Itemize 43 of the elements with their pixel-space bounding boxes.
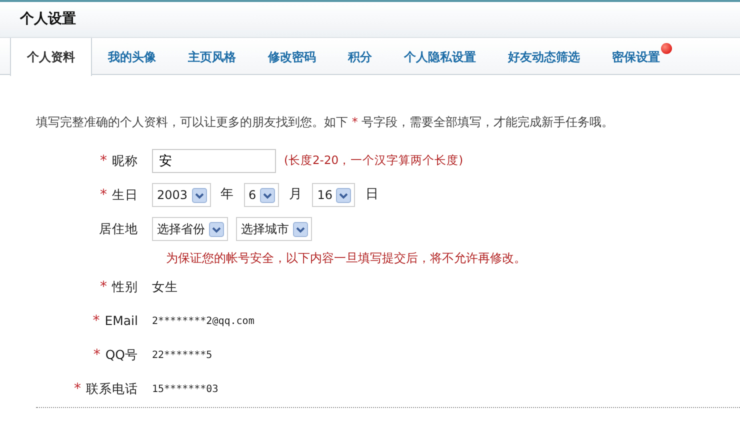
- dropdown-select[interactable]: 6: [244, 183, 280, 207]
- field-label: 性别: [112, 278, 138, 294]
- tab[interactable]: 修改密码: [252, 38, 332, 75]
- page-title: 个人设置: [20, 10, 76, 29]
- required-asterisk: *: [100, 152, 107, 168]
- unit-label: 年: [220, 186, 234, 204]
- warning-text: 为保证您的帐号安全，以下内容一旦填写提交后，将不允许再修改。: [166, 250, 527, 267]
- tab[interactable]: 我的头像: [92, 38, 172, 75]
- unit-label: 月: [289, 186, 302, 204]
- field-value: 15*******03: [152, 382, 218, 396]
- field-label: 昵称: [112, 152, 138, 168]
- unit-label: 日: [365, 186, 378, 204]
- required-asterisk: *: [100, 186, 107, 202]
- hint-text: (长度2-20，一个汉字算两个长度): [284, 152, 464, 170]
- nickname-field[interactable]: 安: [152, 149, 276, 173]
- tab[interactable]: 积分: [332, 38, 388, 75]
- field-label: QQ号: [105, 346, 138, 362]
- dropdown-select[interactable]: 选择省份: [152, 217, 228, 241]
- caret-icon: [209, 222, 224, 236]
- caret-icon: [260, 188, 276, 202]
- field-label: 居住地: [99, 220, 138, 236]
- tab[interactable]: 个人隐私设置: [388, 38, 492, 75]
- caret-icon: [192, 188, 207, 202]
- tab[interactable]: 主页风格: [172, 38, 252, 75]
- tab[interactable]: 个人资料: [10, 38, 92, 76]
- field-label: 联系电话: [86, 380, 138, 396]
- tab[interactable]: 好友动态筛选: [492, 38, 596, 75]
- dropdown-select[interactable]: 2003: [152, 183, 211, 207]
- intro-text: 填写完整准确的个人资料，可以让更多的朋友找到您。如下 * 号字段，需要全部填写，才能完成新手任务哦。: [36, 114, 615, 131]
- field-label: EMail: [104, 312, 138, 328]
- field-value: 2********2@qq.com: [152, 314, 254, 328]
- required-asterisk: *: [100, 278, 107, 294]
- field-value: 女生: [152, 278, 178, 296]
- field-value: 22*******5: [152, 348, 212, 362]
- required-asterisk: *: [92, 312, 100, 328]
- caret-icon: [336, 188, 352, 202]
- required-asterisk: *: [93, 346, 100, 362]
- tab[interactable]: 密保设置: [596, 38, 676, 75]
- dropdown-select[interactable]: 16: [312, 183, 356, 207]
- dropdown-select[interactable]: 选择城市: [236, 217, 312, 241]
- caret-icon: [293, 222, 308, 236]
- required-asterisk: *: [74, 380, 81, 396]
- field-label: 生日: [112, 186, 138, 202]
